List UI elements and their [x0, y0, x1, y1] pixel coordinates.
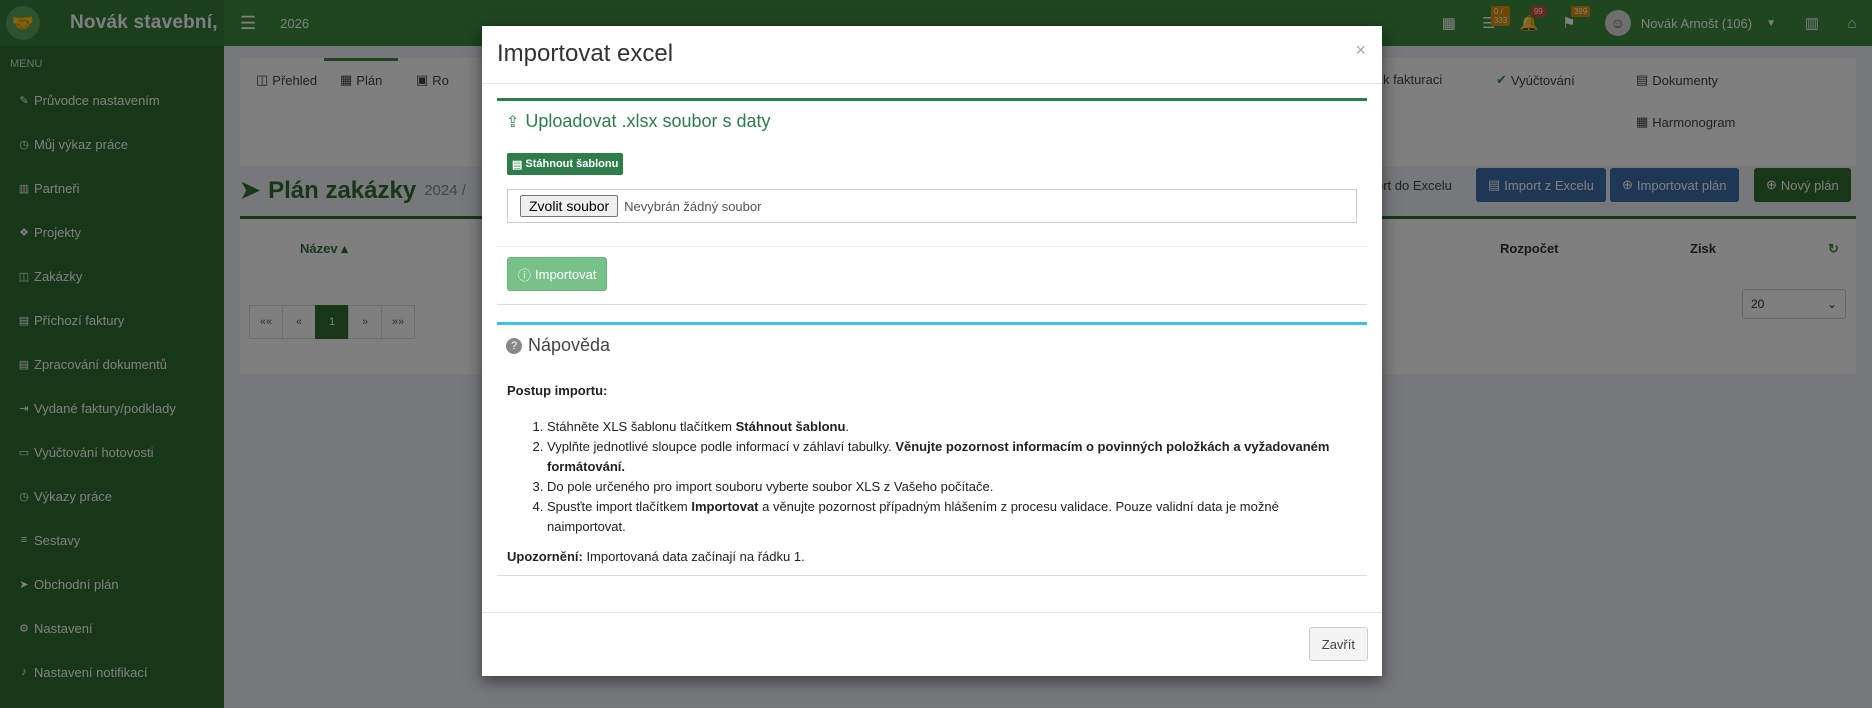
divider — [497, 246, 1367, 247]
exclamation-circle-icon: ⓘ — [518, 267, 532, 283]
help-body: Postup importu: Stáhněte XLS šablonu tla… — [507, 381, 1357, 567]
button-label: Stáhnout šablonu — [525, 158, 619, 170]
help-header: ? Nápověda — [506, 335, 610, 356]
step-text: Do pole určeného pro import souboru vybe… — [547, 479, 994, 494]
download-template-button[interactable]: ▤ Stáhnout šablonu — [507, 153, 624, 175]
warning-text: Importovaná data začínají na řádku 1. — [582, 549, 805, 564]
list-item: Vyplňte jednotlivé sloupce podle informa… — [547, 437, 1357, 477]
upload-box: ⇪ Uploadovat .xlsx soubor s daty ▤ Stáhn… — [497, 98, 1367, 305]
help-box: ? Nápověda Postup importu: Stáhněte XLS … — [497, 322, 1367, 576]
step-bold: Stáhnout šablonu — [735, 419, 846, 434]
list-item: Do pole určeného pro import souboru vybe… — [547, 477, 1357, 497]
step-bold: Importovat — [691, 499, 759, 514]
divider — [497, 304, 1367, 305]
list-item: Stáhněte XLS šablonu tlačítkem Stáhnout … — [547, 417, 1357, 437]
help-intro: Postup importu: — [507, 383, 608, 398]
modal-footer: Zavřít — [482, 612, 1382, 676]
modal-title: Importovat excel — [497, 40, 674, 67]
warning-note: Upozornění: Importovaná data začínají na… — [507, 547, 1357, 567]
file-input: Zvolit soubor Nevybrán žádný soubor — [507, 189, 1357, 223]
close-button[interactable]: Zavřít — [1308, 627, 1368, 661]
list-item: Spusťte import tlačítkem Importovat a vě… — [547, 497, 1357, 537]
import-excel-modal: Importovat excel × ⇪ Uploadovat .xlsx so… — [482, 26, 1382, 676]
upload-header-text: Uploadovat .xlsx soubor s daty — [525, 111, 771, 131]
close-icon[interactable]: × — [1355, 40, 1366, 61]
file-excel-icon: ▤ — [512, 158, 523, 171]
button-label: Importovat — [535, 266, 597, 282]
file-status: Nevybrán žádný soubor — [624, 198, 762, 214]
help-steps: Stáhněte XLS šablonu tlačítkem Stáhnout … — [547, 417, 1357, 537]
step-text: Spusťte import tlačítkem — [547, 499, 692, 514]
import-button[interactable]: ⓘ Importovat — [507, 257, 608, 291]
step-text: Stáhněte XLS šablonu tlačítkem — [547, 419, 736, 434]
question-circle-icon: ? — [506, 337, 522, 354]
warning-label: Upozornění: — [507, 549, 583, 564]
step-text: . — [845, 419, 850, 434]
file-upload-icon: ⇪ — [506, 113, 520, 131]
divider — [497, 575, 1367, 576]
choose-file-button[interactable]: Zvolit soubor — [520, 195, 619, 217]
upload-header: ⇪ Uploadovat .xlsx soubor s daty — [506, 111, 771, 132]
help-header-text: Nápověda — [528, 335, 611, 355]
modal-header: Importovat excel × — [482, 26, 1382, 84]
step-text: Vyplňte jednotlivé sloupce podle informa… — [547, 439, 896, 454]
